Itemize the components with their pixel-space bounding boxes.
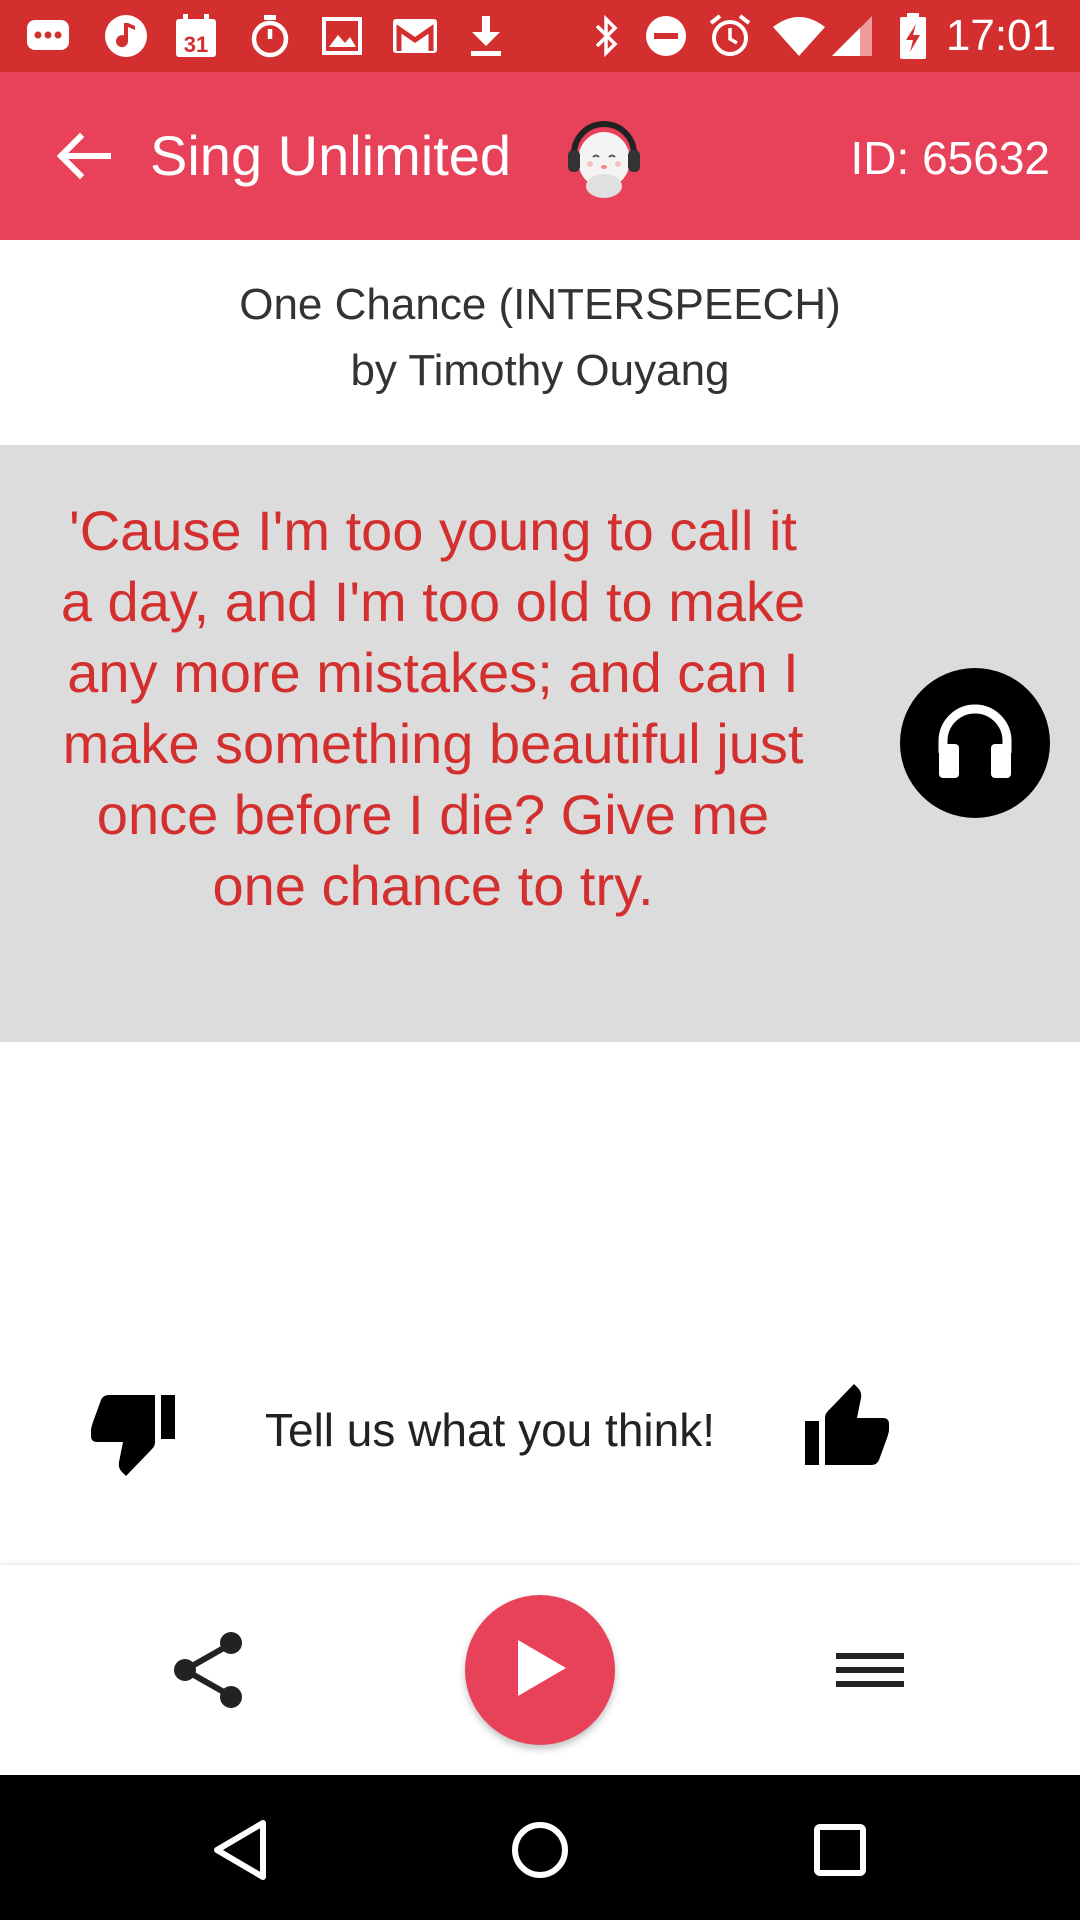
system-nav-bar — [0, 1775, 1080, 1920]
nav-back-icon[interactable] — [195, 1805, 285, 1895]
lyrics-text: 'Cause I'm too young to call it a day, a… — [60, 499, 806, 917]
nav-home-icon[interactable] — [495, 1805, 585, 1895]
app-bar: Sing Unlimited ID: 65632 — [0, 72, 1080, 240]
thumbs-up-icon[interactable] — [795, 1380, 895, 1480]
share-icon[interactable] — [165, 1625, 255, 1715]
messages-icon — [26, 14, 70, 58]
song-info: One Chance (INTERSPEECH) by Timothy Ouya… — [0, 240, 1080, 445]
app-title: Sing Unlimited — [150, 124, 512, 187]
song-title: One Chance (INTERSPEECH) — [239, 280, 841, 329]
status-clock: 17:01 — [945, 11, 1056, 60]
image-icon — [320, 14, 364, 58]
thumbs-down-icon[interactable] — [85, 1380, 185, 1480]
listen-button[interactable] — [900, 668, 1050, 818]
headphones-icon — [932, 698, 1018, 789]
feedback-row: Tell us what you think! — [0, 1380, 1080, 1480]
mascot-headphones-icon — [560, 112, 648, 200]
alarm-icon — [708, 14, 752, 58]
feedback-prompt: Tell us what you think! — [264, 1404, 715, 1456]
nav-recents-icon[interactable] — [795, 1805, 885, 1895]
wifi-icon — [772, 14, 826, 58]
play-button[interactable] — [465, 1595, 615, 1745]
svg-text:31: 31 — [184, 32, 208, 57]
status-bar: 31 17:01 — [0, 0, 1080, 72]
song-artist: by Timothy Ouyang — [350, 346, 730, 395]
lyrics-panel: 'Cause I'm too young to call it a day, a… — [0, 445, 1080, 1042]
download-icon — [466, 14, 506, 58]
play-icon — [510, 1636, 570, 1705]
battery-charging-icon — [898, 13, 928, 59]
bluetooth-icon — [588, 14, 624, 58]
arrow-back-icon[interactable] — [52, 124, 116, 188]
stopwatch-icon — [248, 14, 292, 58]
gmail-icon — [392, 14, 438, 58]
song-id: ID: 65632 — [850, 132, 1050, 184]
bottom-action-bar — [0, 1565, 1080, 1775]
signal-icon — [830, 14, 874, 58]
menu-icon[interactable] — [830, 1625, 910, 1715]
music-note-icon — [104, 14, 148, 58]
calendar-icon: 31 — [174, 14, 218, 58]
do-not-disturb-icon — [644, 14, 688, 58]
